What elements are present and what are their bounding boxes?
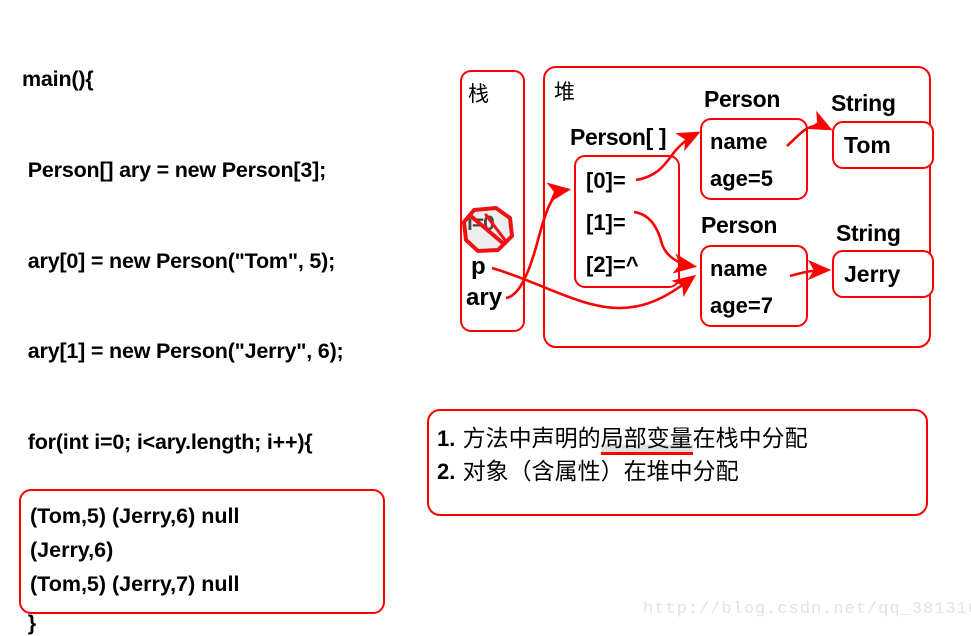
note-text-highlight: 局部变量 (600, 426, 693, 455)
person-field-name: name (710, 129, 768, 154)
code-line: Person[] ary = new Person[3]; (22, 158, 327, 182)
note-text-post: 在栈中分配 (692, 426, 808, 452)
note-text-pre: 对象（含属性）在堆中分配 (462, 459, 739, 485)
person-object-1-fields: name age=5 (702, 120, 806, 197)
person-array-slots: [0]= [1]= [2]=^ (576, 157, 678, 286)
diagram-canvas: main(){ Person[] ary = new Person[3]; ar… (0, 0, 971, 636)
person-field-age: age=7 (710, 293, 773, 318)
person-object-2-title: Person (701, 212, 778, 238)
output-line: (Tom,5) (Jerry,6) null (30, 504, 240, 528)
output-line: (Jerry,6) (30, 538, 114, 562)
code-line: ary[1] = new Person("Jerry", 6); (22, 339, 344, 364)
string-object-2-title: String (836, 220, 901, 246)
person-array-title: Person[ ] (570, 124, 667, 150)
program-output-box: (Tom,5) (Jerry,6) null (Jerry,6) (Tom,5)… (19, 489, 385, 614)
person-field-age: age=5 (710, 166, 773, 191)
stack-region-label: 栈 (468, 82, 489, 106)
code-line: for(int i=0; i<ary.length; i++){ (22, 429, 313, 454)
stack-variable-p: p (471, 253, 486, 280)
note-text-pre: 方法中声明的 (462, 426, 601, 452)
watermark-url: http://blog.csdn.net/qq_38131668 (643, 600, 971, 619)
program-output-lines: (Tom,5) (Jerry,6) null (Jerry,6) (Tom,5)… (21, 491, 383, 601)
person-object-2-box: name age=7 (700, 245, 808, 327)
array-slot-0: [0]= (586, 168, 626, 193)
heap-region-label: 堆 (554, 80, 575, 104)
stack-variable-ary: ary (466, 284, 503, 311)
person-object-1-title: Person (704, 86, 781, 112)
note-item-2: 2. 对象（含属性）在堆中分配 (437, 452, 739, 486)
code-line: ary[0] = new Person("Tom", 5); (22, 248, 336, 273)
code-line: main(){ (22, 67, 94, 92)
array-slot-2: [2]=^ (586, 252, 639, 277)
person-object-2-fields: name age=7 (702, 247, 806, 324)
string-object-2-box: Jerry (832, 250, 934, 298)
string-object-1-box: Tom (832, 121, 934, 169)
string-value-tom: Tom (844, 132, 891, 158)
person-object-1-box: name age=5 (700, 118, 808, 200)
string-value-jerry: Jerry (844, 261, 901, 287)
note-number: 1. (437, 426, 456, 451)
string-object-1-title: String (831, 90, 896, 116)
array-slot-1: [1]= (586, 210, 626, 235)
note-number: 2. (437, 459, 456, 484)
person-array-box: [0]= [1]= [2]=^ (574, 155, 680, 288)
output-line: (Tom,5) (Jerry,7) null (30, 572, 240, 596)
stack-variable-i: i=0 (467, 212, 495, 235)
note-item-1: 1. 方法中声明的局部变量在栈中分配 (437, 419, 808, 455)
person-field-name: name (710, 256, 768, 281)
